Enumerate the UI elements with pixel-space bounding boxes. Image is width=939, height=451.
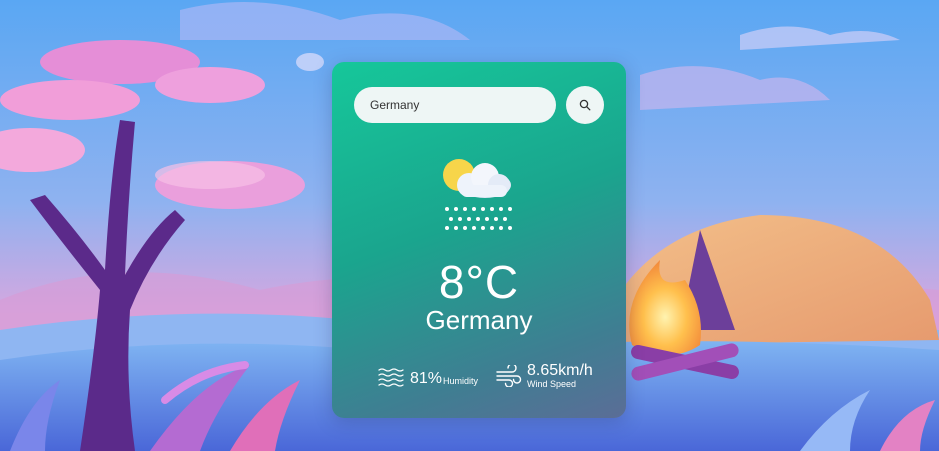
search-bar: [354, 86, 604, 124]
wind-speed-value: 8.65km/h: [527, 362, 593, 379]
temperature-value: 8°C: [438, 256, 520, 308]
waves-icon: [378, 367, 404, 387]
weather-card: 8°C Germany 81% Humidity: [332, 62, 626, 418]
cloud-snow-sun-icon: [439, 157, 519, 233]
humidity-value: 81%: [410, 370, 443, 387]
weather-details: 81% Humidity 8.65km/h Wind Speed: [378, 362, 608, 396]
wind-icon: [496, 365, 522, 387]
humidity-label: Humidity: [443, 376, 479, 386]
wind-text: 8.65km/h Wind Speed: [527, 362, 593, 390]
search-icon: [579, 99, 591, 111]
search-input[interactable]: [354, 87, 556, 123]
search-button[interactable]: [566, 86, 604, 124]
humidity-detail: 81% Humidity: [378, 367, 478, 387]
city-name: Germany: [425, 305, 533, 335]
wind-detail: 8.65km/h Wind Speed: [496, 362, 593, 390]
wind-speed-label: Wind Speed: [527, 379, 577, 389]
